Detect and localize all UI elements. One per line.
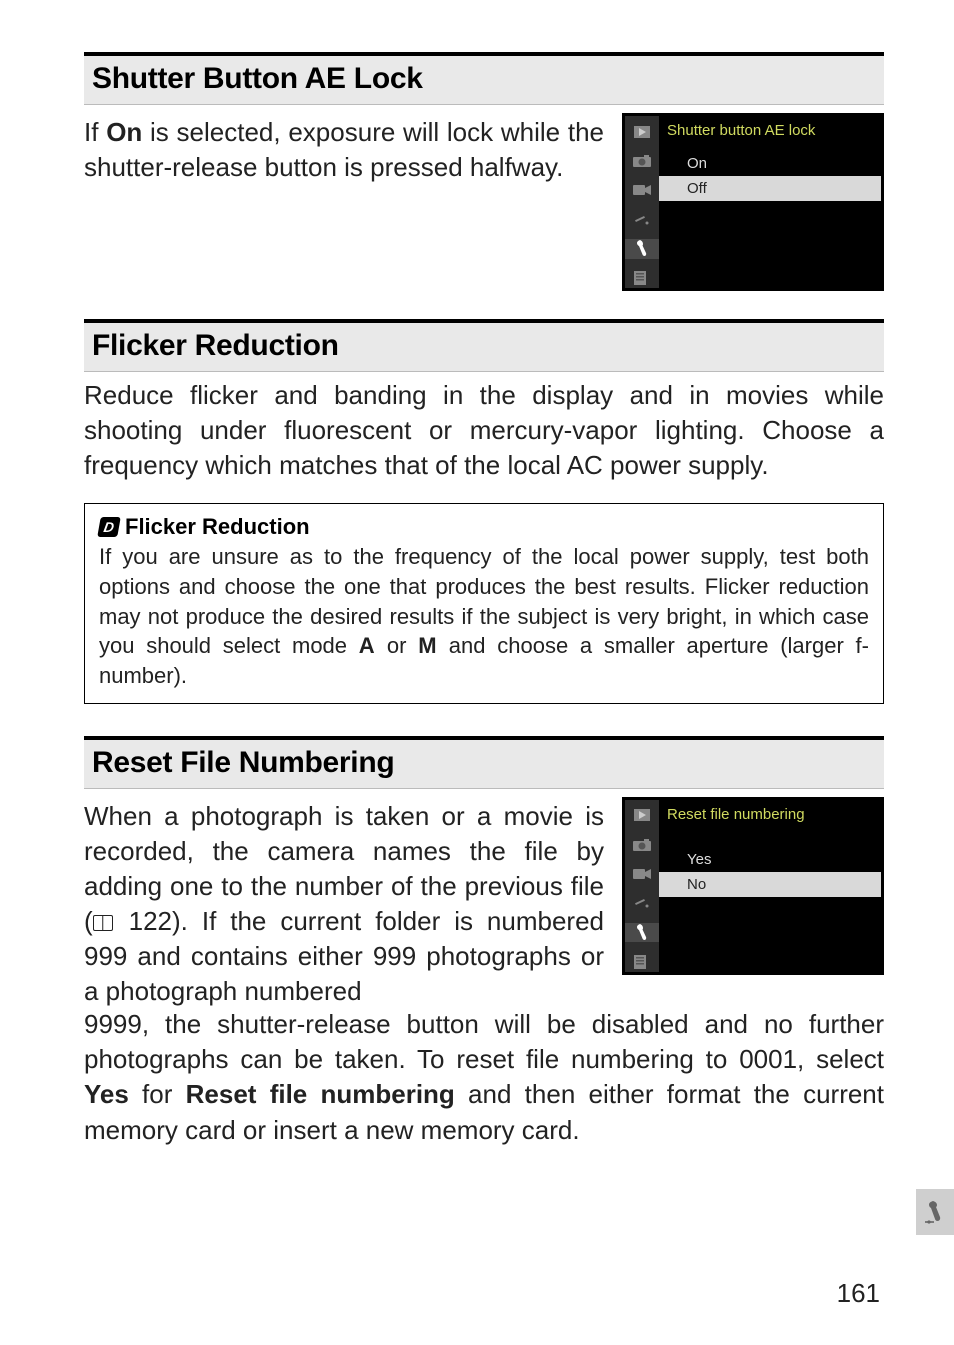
text-bold-reset: Reset file numbering <box>186 1079 455 1109</box>
thumb-tab-setup <box>916 1189 954 1235</box>
retouch-tab-icon <box>625 894 659 913</box>
text-bold-yes: Yes <box>84 1079 129 1109</box>
page-ref-icon <box>93 915 113 931</box>
recent-tab-icon <box>625 952 659 971</box>
lcd-title: Reset file numbering <box>659 800 881 835</box>
note-body: If you are unsure as to the frequency of… <box>99 542 869 690</box>
body-text-flicker: Reduce flicker and banding in the displa… <box>84 378 884 483</box>
camera-tab-icon <box>625 835 659 854</box>
note-title: D Flicker Reduction <box>99 514 869 540</box>
note-title-text: Flicker Reduction <box>125 514 310 540</box>
section-heading-flicker: Flicker Reduction <box>84 319 884 372</box>
recent-tab-icon <box>625 269 659 288</box>
movie-tab-icon <box>625 181 659 200</box>
movie-tab-icon <box>625 864 659 883</box>
section-heading-reset: Reset File Numbering <box>84 736 884 789</box>
mode-m: M <box>418 633 437 658</box>
body-text-reset-bottom: 9999, the shutter-release button will be… <box>84 1007 884 1147</box>
text-fragment: is selected, exposure will lock while th… <box>84 117 604 182</box>
body-text-reset-top: When a photograph is taken or a movie is… <box>84 799 604 1010</box>
camera-tab-icon <box>625 151 659 170</box>
text-fragment: If <box>84 117 106 147</box>
page-ref-number: 122 <box>129 906 172 936</box>
lcd-tab-strip <box>625 116 659 288</box>
note-icon: D <box>97 517 121 537</box>
camera-lcd-ae-lock: Shutter button AE lock On Off <box>622 113 884 291</box>
note-box-flicker: D Flicker Reduction If you are unsure as… <box>84 503 884 703</box>
lcd-option-on: On <box>659 151 881 176</box>
text-fragment: 9999, the shutter-release button will be… <box>84 1009 884 1074</box>
playback-tab-icon <box>625 806 659 825</box>
body-text-ae-lock: If On is selected, exposure will lock wh… <box>84 115 604 185</box>
text-fragment: for <box>129 1079 186 1109</box>
mode-a: A <box>359 633 375 658</box>
lcd-content: Reset file numbering Yes No <box>659 800 881 972</box>
setup-tab-icon <box>625 923 659 942</box>
page-number: 161 <box>837 1278 880 1309</box>
playback-tab-icon <box>625 122 659 141</box>
lcd-option-yes: Yes <box>659 847 881 872</box>
lcd-title: Shutter button AE lock <box>659 116 881 151</box>
lcd-tab-strip <box>625 800 659 972</box>
lcd-option-off: Off <box>659 176 881 201</box>
text-fragment: or <box>375 633 418 658</box>
retouch-tab-icon <box>625 210 659 229</box>
setup-tab-icon <box>625 239 659 258</box>
text-bold-on: On <box>106 117 142 147</box>
lcd-option-no: No <box>659 872 881 897</box>
section-heading-ae-lock: Shutter Button AE Lock <box>84 52 884 105</box>
lcd-content: Shutter button AE lock On Off <box>659 116 881 288</box>
camera-lcd-reset: Reset file numbering Yes No <box>622 797 884 975</box>
